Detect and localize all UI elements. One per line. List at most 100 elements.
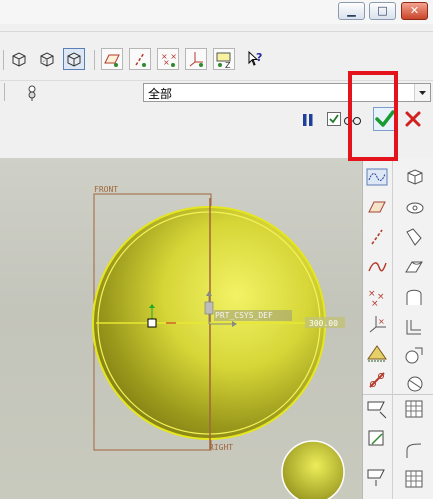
datum-point-icon: × ×× — [161, 52, 177, 67]
shading-icon — [67, 52, 81, 67]
draft-button[interactable] — [403, 372, 425, 394]
svg-text:?: ? — [256, 51, 262, 64]
selection-filter-value: 全部 — [148, 87, 173, 101]
sweep-icon — [406, 228, 422, 246]
annotation-icon: Z — [216, 52, 231, 69]
annotation-display-button[interactable]: Z — [213, 48, 235, 70]
hole-icon — [406, 289, 422, 305]
help-arrow-icon: ? — [248, 50, 262, 66]
point-tool-button[interactable]: × × × — [366, 286, 388, 308]
rib-icon — [405, 347, 423, 364]
revolve-button[interactable] — [403, 196, 425, 218]
csys-tool-button[interactable]: × — [366, 313, 388, 335]
shell-icon — [406, 320, 421, 335]
wireframe-icon — [12, 52, 26, 67]
front-datum-label: FRONT — [94, 185, 118, 194]
feature-toolbar — [392, 158, 433, 499]
revolve-icon — [406, 202, 424, 214]
partial-sphere-preview[interactable] — [281, 440, 345, 499]
toolbar-grip — [4, 83, 5, 101]
red-x-icon — [405, 111, 421, 127]
round-icon — [406, 443, 422, 458]
csys-label: PRT_CSYS_DEF — [215, 311, 273, 320]
datum-wave-icon — [366, 168, 388, 186]
toolbar-divider — [94, 50, 95, 70]
svg-text:×: × — [163, 58, 170, 67]
context-help-button[interactable]: ? — [244, 48, 266, 70]
checkmark-icon — [329, 114, 339, 124]
datum-point-display-button[interactable]: × × × — [157, 48, 179, 70]
mirror-button[interactable] — [403, 468, 425, 490]
curve-tool-button[interactable] — [366, 256, 388, 278]
round-button[interactable] — [403, 440, 425, 462]
hidden-line-display-button[interactable] — [36, 48, 58, 70]
analysis-tool-button[interactable] — [366, 341, 388, 363]
pause-icon — [303, 114, 313, 126]
maximize-button[interactable]: □ — [369, 2, 396, 20]
plane-tool-button[interactable] — [366, 196, 388, 218]
analysis-icon — [367, 345, 387, 362]
intent-icon — [368, 430, 384, 446]
datum-point-icon: × ×× — [368, 289, 385, 308]
close-button[interactable]: ✕ — [401, 2, 428, 20]
datum-plane-icon — [104, 54, 120, 67]
blend-icon — [405, 261, 423, 273]
sketch-plane-button[interactable] — [366, 398, 388, 420]
toolbar-divider — [363, 394, 393, 395]
hole-button[interactable] — [403, 286, 425, 308]
minimize-icon: ▁ — [347, 4, 356, 17]
rib-button[interactable] — [403, 344, 425, 366]
close-icon: ✕ — [409, 4, 420, 17]
axis-tool-button[interactable] — [366, 226, 388, 248]
dimension-value[interactable]: 300.00 — [309, 319, 338, 328]
mirror-grid-icon — [405, 470, 423, 488]
datum-display-button[interactable] — [366, 166, 388, 188]
sweep-button[interactable] — [403, 226, 425, 248]
minimize-button[interactable]: ▁ — [338, 2, 365, 20]
svg-text:×: × — [378, 317, 385, 326]
maximize-icon: □ — [377, 4, 388, 17]
right-datum-label: RIGHT — [209, 443, 233, 452]
wireframe-display-button[interactable] — [8, 48, 30, 70]
sketch-tool-button[interactable] — [366, 369, 388, 391]
datum-plane-icon — [368, 201, 386, 213]
datum-axis-display-button[interactable] — [129, 48, 151, 70]
datum-toolbar: × × × × — [362, 158, 401, 499]
highlight-box — [348, 71, 398, 161]
drag-handle-square[interactable] — [147, 318, 157, 328]
sketch-plane-icon — [367, 401, 387, 419]
datum-axis-icon — [371, 229, 383, 245]
pattern-button[interactable] — [403, 398, 425, 420]
extrude-button[interactable] — [403, 166, 425, 188]
shell-button[interactable] — [403, 316, 425, 338]
intent-manager-button[interactable] — [366, 428, 388, 450]
extrude-icon — [407, 169, 423, 185]
datum-axis-icon — [135, 52, 146, 67]
datum-plane-display-button[interactable] — [101, 48, 123, 70]
fill-tool-button[interactable] — [366, 466, 388, 488]
csys-display-button[interactable] — [185, 48, 207, 70]
svg-text:×: × — [371, 299, 379, 308]
pattern-grid-icon — [405, 400, 423, 418]
shaded-display-button[interactable] — [63, 48, 85, 70]
window-title-bar: ▁ □ ✕ — [0, 0, 433, 24]
graphics-window[interactable]: FRONT RIGHT PRT_CSYS_DEF 300.00 — [0, 158, 362, 499]
csys-origin-marker — [204, 301, 214, 315]
preview-checkbox[interactable] — [327, 112, 341, 126]
smart-filter-icon[interactable] — [25, 84, 41, 102]
pause-button[interactable] — [301, 113, 315, 127]
draft-icon — [407, 376, 423, 392]
svg-text:×: × — [368, 289, 376, 299]
chevron-down-icon[interactable] — [414, 84, 430, 101]
coordinate-system-icon: × — [369, 316, 386, 333]
hidden-line-icon — [40, 52, 54, 67]
blend-button[interactable] — [403, 256, 425, 278]
fill-icon — [367, 469, 385, 486]
toolbar-grip — [3, 50, 4, 70]
sketch-icon — [369, 372, 385, 388]
svg-text:Z: Z — [225, 61, 231, 69]
coordinate-system-icon — [189, 52, 203, 67]
cancel-button[interactable] — [403, 109, 423, 129]
datum-curve-icon — [368, 262, 387, 272]
model-view[interactable]: FRONT RIGHT PRT_CSYS_DEF 300.00 — [0, 158, 362, 499]
